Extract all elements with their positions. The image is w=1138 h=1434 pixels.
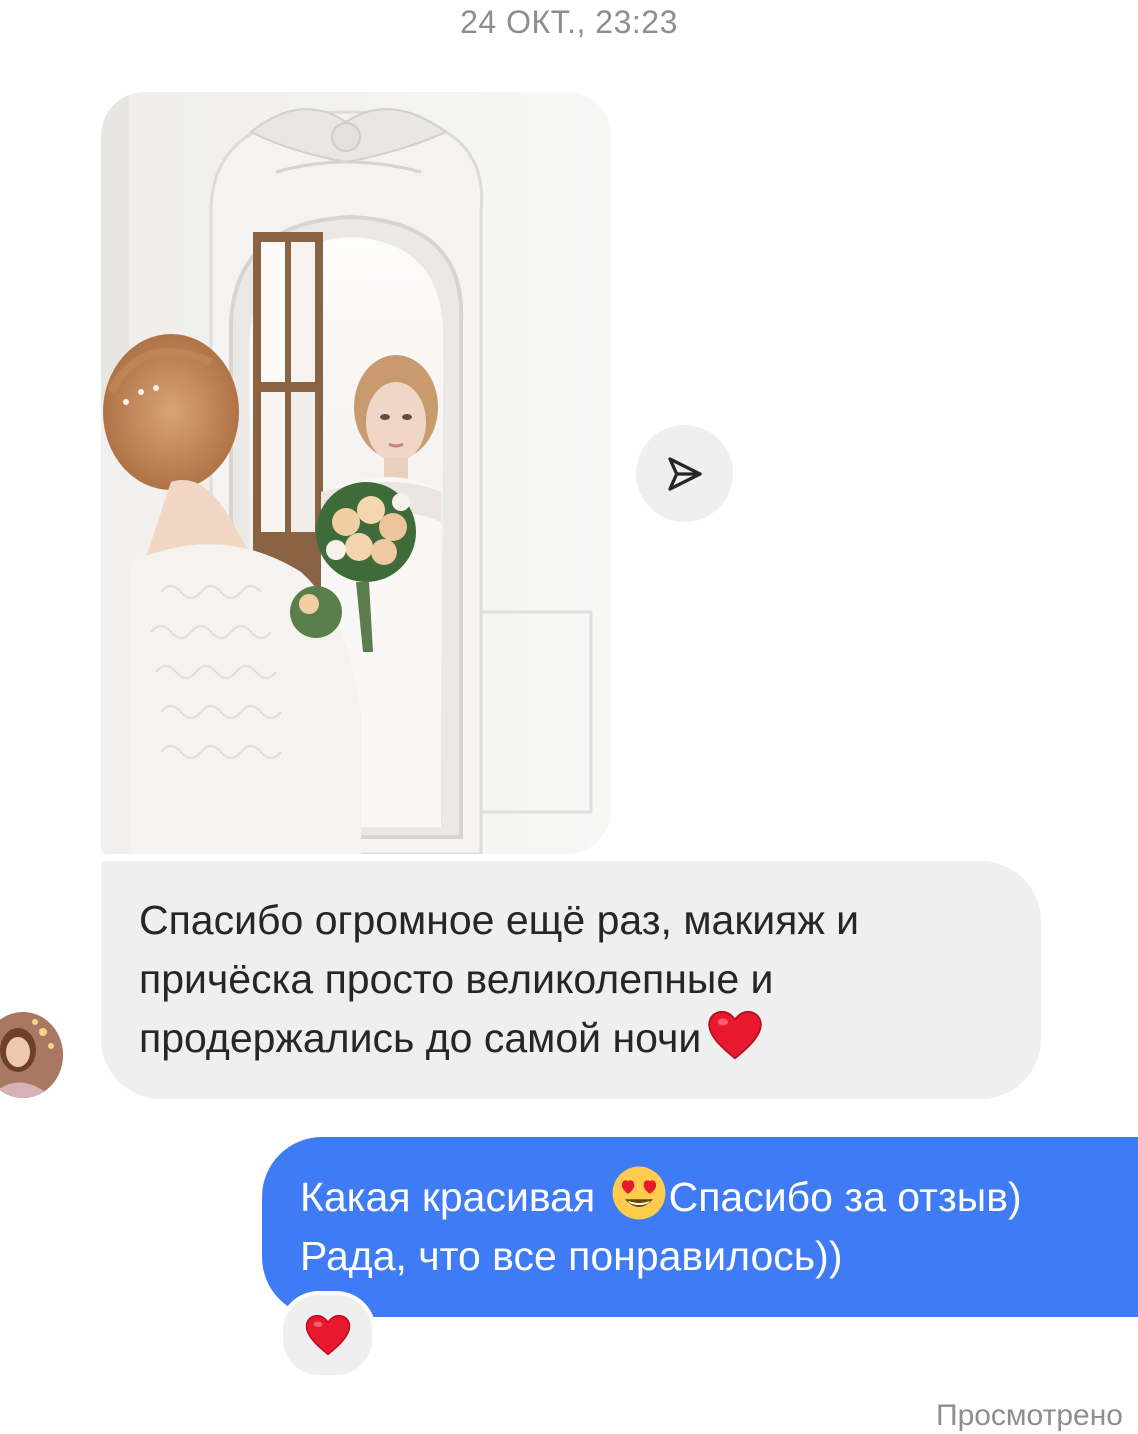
- paper-plane-icon: [667, 456, 702, 491]
- avatar-image: [0, 1012, 63, 1098]
- incoming-message-line: Спасибо огромное ещё раз, макияж и: [139, 897, 860, 943]
- photo-message[interactable]: [101, 92, 611, 854]
- outgoing-message-line-1: Какая красивая Спасибо за отзыв): [300, 1165, 1138, 1227]
- avatar[interactable]: [0, 1012, 63, 1098]
- share-button[interactable]: [636, 425, 733, 522]
- heart-eyes-emoji-icon: [612, 1166, 666, 1220]
- outgoing-message-line-2: Рада, что все понравилось)): [300, 1233, 843, 1279]
- message-timestamp: 24 ОКТ., 23:23: [460, 4, 678, 40]
- outgoing-message-text: Спасибо за отзыв): [668, 1174, 1022, 1220]
- red-heart-reaction-icon: [305, 1314, 350, 1356]
- incoming-message-line: причёска просто великолепные и: [139, 956, 774, 1002]
- incoming-message-text: продержались до самой ночи: [139, 1015, 702, 1061]
- bride-mirror-photo: [101, 92, 611, 854]
- outgoing-message-text: Какая красивая: [300, 1174, 607, 1220]
- outgoing-message-bubble[interactable]: Какая красивая Спасибо за отзыв) Рада, ч…: [262, 1137, 1138, 1317]
- reaction-badge[interactable]: [279, 1291, 376, 1379]
- incoming-message-line-3: продержались до самой ночи: [139, 1009, 1001, 1068]
- red-heart-icon: [708, 1010, 762, 1060]
- seen-status: Просмотрено: [936, 1399, 1123, 1432]
- incoming-message-bubble[interactable]: Спасибо огромное ещё раз, макияж и причё…: [101, 861, 1041, 1099]
